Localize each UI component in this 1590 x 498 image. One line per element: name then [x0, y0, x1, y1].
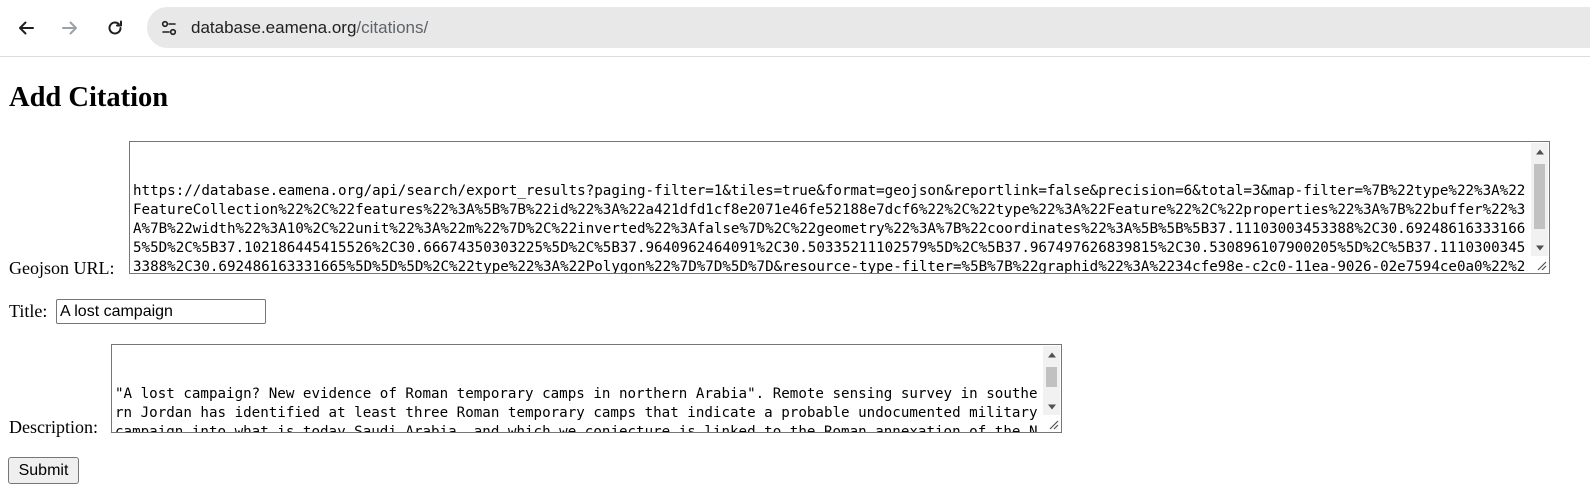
tune-icon: [161, 20, 177, 35]
reload-icon: [108, 20, 122, 35]
description-value: "A lost campaign? New evidence of Roman …: [115, 386, 1038, 433]
submit-button[interactable]: Submit: [8, 457, 79, 484]
description-scrollbar[interactable]: [1043, 346, 1060, 415]
geojson-url-value: https://database.eamena.org/api/search/e…: [133, 183, 1526, 274]
back-button[interactable]: [8, 10, 44, 46]
geojson-scrollbar[interactable]: [1531, 143, 1548, 256]
resize-grip-icon[interactable]: [1047, 418, 1059, 430]
browser-toolbar: database.eamena.org/citations/: [0, 0, 1590, 57]
reload-button[interactable]: [97, 10, 133, 46]
resize-grip-icon[interactable]: [1535, 259, 1547, 271]
url-host: database.eamena.org: [191, 17, 357, 37]
scroll-up-icon[interactable]: [1531, 143, 1548, 160]
arrow-right-icon: [62, 21, 77, 35]
forward-button[interactable]: [52, 10, 88, 46]
scroll-thumb[interactable]: [1534, 164, 1545, 229]
scroll-down-icon[interactable]: [1531, 239, 1548, 256]
scroll-up-icon[interactable]: [1043, 346, 1060, 363]
description-textarea[interactable]: "A lost campaign? New evidence of Roman …: [111, 344, 1062, 433]
url-path: /citations/: [356, 17, 429, 37]
page-title: Add Citation: [9, 82, 169, 113]
title-label: Title:: [9, 301, 48, 321]
arrow-left-icon: [19, 21, 34, 35]
description-label: Description:: [9, 417, 98, 437]
scroll-thumb[interactable]: [1046, 367, 1057, 387]
title-input[interactable]: [56, 299, 266, 324]
site-info-button[interactable]: [156, 15, 182, 41]
url-text[interactable]: database.eamena.org/citations/: [191, 18, 428, 38]
address-bar[interactable]: database.eamena.org/citations/: [147, 7, 1590, 48]
scroll-down-icon[interactable]: [1043, 398, 1060, 415]
geojson-url-textarea[interactable]: https://database.eamena.org/api/search/e…: [129, 141, 1550, 274]
geojson-url-label: Geojson URL:: [9, 258, 115, 278]
